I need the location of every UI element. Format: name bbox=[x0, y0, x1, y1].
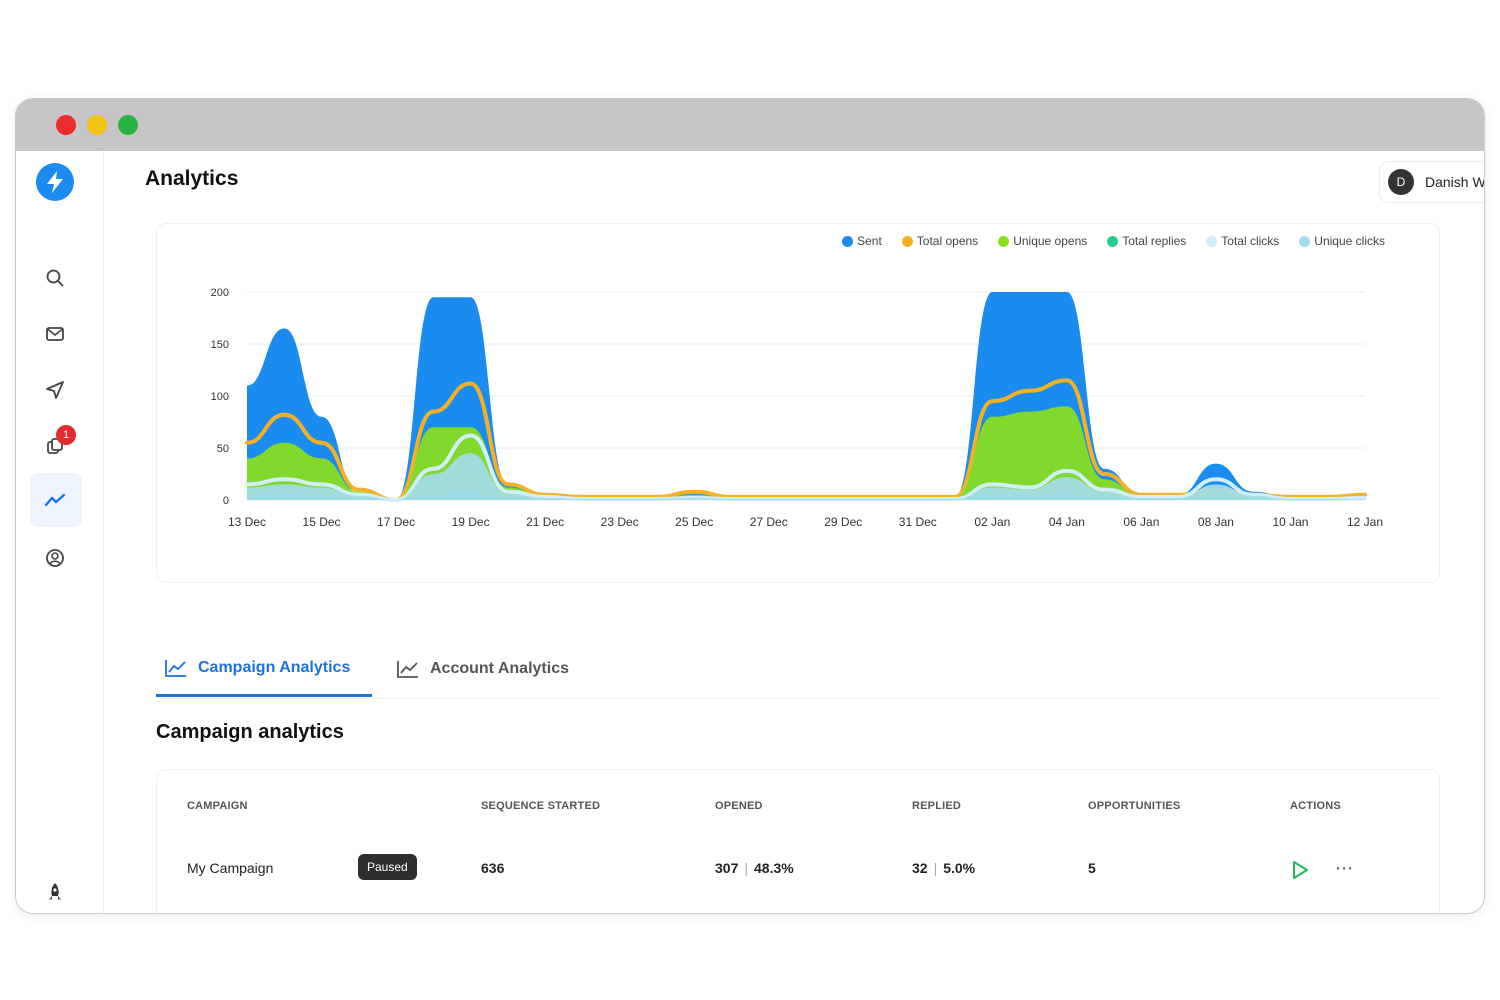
x-tick-label: 15 Dec bbox=[303, 515, 341, 529]
campaign-table: CAMPAIGN SEQUENCE STARTED OPENED REPLIED… bbox=[156, 769, 1440, 913]
x-tick-label: 21 Dec bbox=[526, 515, 564, 529]
close-window-button[interactable] bbox=[56, 115, 76, 135]
tab-label: Account Analytics bbox=[430, 660, 569, 677]
column-header-opportunities[interactable]: OPPORTUNITIES bbox=[1088, 800, 1180, 812]
x-tick-label: 04 Jan bbox=[1049, 515, 1085, 529]
analytics-tabs: Campaign Analytics Account Analytics bbox=[156, 641, 1440, 699]
x-tick-label: 31 Dec bbox=[899, 515, 937, 529]
line-chart-icon bbox=[397, 661, 418, 678]
separator: | bbox=[744, 860, 748, 876]
x-tick-label: 27 Dec bbox=[750, 515, 788, 529]
line-chart-icon bbox=[165, 659, 186, 677]
x-tick-label: 25 Dec bbox=[675, 515, 713, 529]
play-icon[interactable] bbox=[1291, 860, 1309, 884]
sequence-started-value: 636 bbox=[481, 860, 505, 876]
campaign-name[interactable]: My Campaign bbox=[187, 860, 273, 876]
x-tick-label: 17 Dec bbox=[377, 515, 415, 529]
column-header-replied[interactable]: REPLIED bbox=[912, 800, 961, 812]
search-icon[interactable] bbox=[40, 263, 70, 293]
logo-bolt-icon[interactable] bbox=[36, 163, 74, 201]
maximize-window-button[interactable] bbox=[118, 115, 138, 135]
title-bar bbox=[16, 99, 1484, 151]
user-menu[interactable]: D Danish W bbox=[1379, 161, 1485, 203]
column-header-actions: ACTIONS bbox=[1290, 800, 1341, 812]
tab-campaign-analytics[interactable]: Campaign Analytics bbox=[156, 641, 372, 697]
x-tick-label: 08 Jan bbox=[1198, 515, 1234, 529]
analytics-icon[interactable] bbox=[40, 485, 70, 515]
x-tick-label: 02 Jan bbox=[974, 515, 1010, 529]
app-content: 1 Analytics D Danish W Sent Total opens Un… bbox=[16, 151, 1485, 913]
x-tick-label: 12 Jan bbox=[1347, 515, 1383, 529]
x-tick-label: 19 Dec bbox=[452, 515, 490, 529]
column-header-campaign[interactable]: CAMPAIGN bbox=[187, 800, 248, 812]
opened-value: 307 | 48.3% bbox=[715, 860, 794, 876]
mail-icon[interactable] bbox=[40, 319, 70, 349]
column-header-sequence-started[interactable]: SEQUENCE STARTED bbox=[481, 800, 600, 812]
page-title: Analytics bbox=[145, 167, 239, 190]
column-header-opened[interactable]: OPENED bbox=[715, 800, 763, 812]
x-tick-label: 13 Dec bbox=[228, 515, 266, 529]
minimize-window-button[interactable] bbox=[87, 115, 107, 135]
x-tick-label: 29 Dec bbox=[824, 515, 862, 529]
analytics-chart: 200 150 100 50 0 13 Dec 15 Dec 17 Dec 19 Dec 21 D… bbox=[211, 287, 1383, 529]
notification-badge: 1 bbox=[56, 425, 76, 445]
tab-account-analytics[interactable]: Account Analytics bbox=[388, 641, 577, 697]
sidebar: 1 bbox=[16, 151, 104, 913]
replied-percent: 5.0% bbox=[943, 860, 976, 876]
opened-percent: 48.3% bbox=[754, 860, 794, 876]
tab-label: Campaign Analytics bbox=[198, 658, 351, 676]
replied-value: 32 | 5.0% bbox=[912, 860, 975, 876]
send-icon[interactable] bbox=[40, 375, 70, 405]
app-window: 1 Analytics D Danish W Sent Total opens Un… bbox=[15, 98, 1485, 914]
y-tick-label: 50 bbox=[217, 443, 229, 455]
x-tick-label: 10 Jan bbox=[1272, 515, 1308, 529]
user-name: Danish W bbox=[1425, 174, 1485, 190]
y-tick-label: 100 bbox=[211, 391, 229, 403]
y-tick-label: 150 bbox=[211, 339, 229, 351]
status-badge: Paused bbox=[358, 854, 417, 880]
rocket-icon[interactable] bbox=[40, 877, 70, 907]
y-tick-label: 0 bbox=[223, 495, 229, 507]
opened-count: 307 bbox=[715, 860, 739, 876]
y-tick-label: 200 bbox=[211, 287, 229, 299]
replied-count: 32 bbox=[912, 860, 928, 876]
x-tick-label: 06 Jan bbox=[1123, 515, 1159, 529]
opportunities-value: 5 bbox=[1088, 860, 1096, 876]
analytics-chart-card: Sent Total opens Unique opens Total replies… bbox=[156, 223, 1440, 583]
x-tick-label: 23 Dec bbox=[601, 515, 639, 529]
user-circle-icon[interactable] bbox=[40, 543, 70, 573]
section-title: Campaign analytics bbox=[156, 721, 344, 743]
avatar: D bbox=[1388, 169, 1414, 195]
more-options-icon[interactable]: ⋯ bbox=[1335, 858, 1354, 879]
separator: | bbox=[933, 860, 938, 876]
